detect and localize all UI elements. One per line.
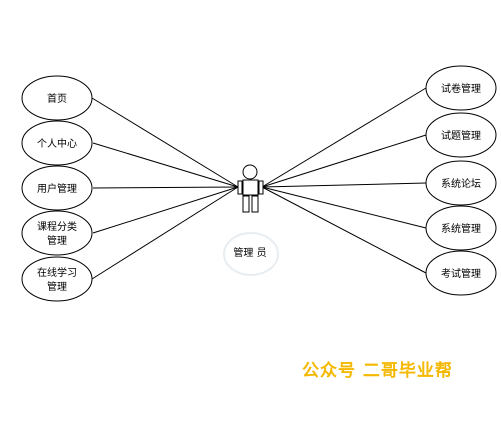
use-case-label: 系统论坛 — [441, 177, 481, 190]
use-case-ellipse — [21, 256, 93, 302]
use-case-right-2[interactable]: 试题管理 — [425, 112, 497, 158]
actor-right-arm — [258, 180, 264, 195]
actor-left-arm — [237, 180, 243, 195]
association-line-right-1 — [261, 87, 427, 188]
use-case-left-3[interactable]: 用户管理 — [21, 165, 93, 211]
use-case-label: 试卷管理 — [441, 82, 481, 95]
use-case-right-1[interactable]: 试卷管理 — [425, 65, 497, 111]
use-case-label: 系统管理 — [441, 222, 481, 235]
use-case-right-4[interactable]: 系统管理 — [425, 205, 497, 251]
use-case-left-1[interactable]: 首页 — [21, 75, 93, 121]
association-line-right-2 — [261, 134, 427, 188]
association-line-left-2 — [92, 142, 239, 188]
actor-body — [242, 179, 259, 196]
association-line-left-4 — [92, 186, 239, 234]
association-line-left-1 — [91, 97, 239, 188]
use-case-label: 管理 — [47, 280, 67, 293]
actor-left-leg — [242, 195, 250, 213]
use-case-label: 考试管理 — [441, 267, 481, 280]
use-case-label: 个人中心 — [37, 137, 77, 150]
association-line-left-5 — [91, 186, 239, 280]
use-case-label: 试题管理 — [441, 129, 481, 142]
use-case-left-5[interactable]: 在线学习管理 — [21, 256, 93, 302]
use-case-right-3[interactable]: 系统论坛 — [425, 160, 497, 206]
use-case-label: 在线学习 — [37, 266, 77, 279]
actor-right-leg — [251, 195, 259, 213]
actor: 管理 员 — [223, 164, 279, 276]
use-case-label: 用户管理 — [37, 182, 77, 195]
association-line-right-3 — [261, 182, 427, 188]
use-case-left-2[interactable]: 个人中心 — [21, 120, 93, 166]
use-case-label: 管理 — [47, 234, 67, 247]
association-line-right-5 — [261, 186, 427, 274]
actor-head — [242, 164, 258, 180]
use-case-right-5[interactable]: 考试管理 — [425, 250, 497, 296]
use-case-label: 首页 — [47, 92, 67, 105]
use-case-label: 课程分类 — [37, 220, 77, 233]
use-case-left-4[interactable]: 课程分类管理 — [21, 210, 93, 256]
actor-label: 管理 员 — [233, 246, 266, 259]
watermark-text: 公众号 二哥毕业帮 — [302, 361, 453, 381]
association-line-left-3 — [92, 186, 239, 189]
association-line-right-4 — [261, 186, 427, 229]
use-case-ellipse — [21, 210, 93, 256]
